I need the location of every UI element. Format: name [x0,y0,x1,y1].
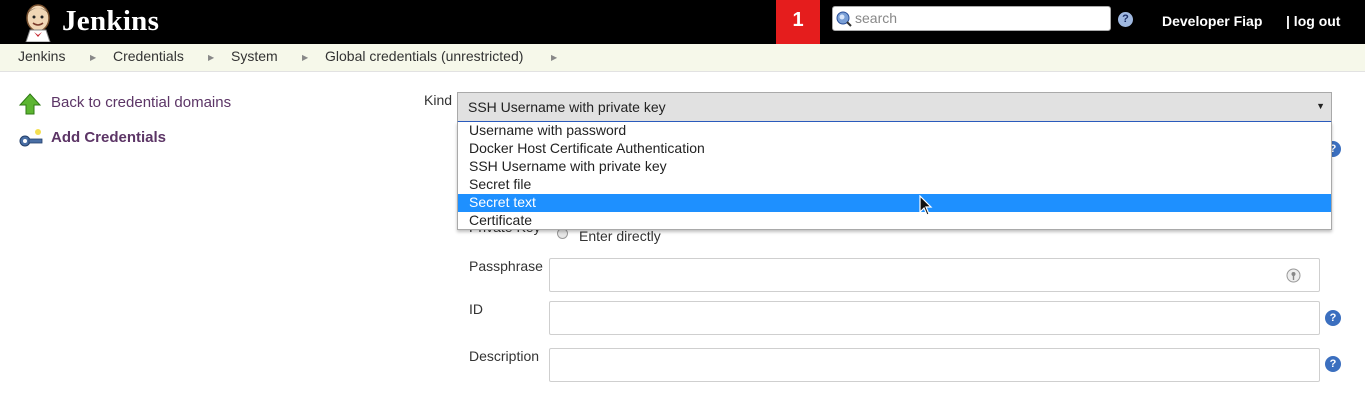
breadcrumb: Jenkins ▶ Credentials ▶ System ▶ Global … [0,44,1365,72]
help-icon[interactable]: ? [1325,310,1341,326]
help-icon[interactable]: ? [1325,356,1341,372]
chevron-right-icon[interactable]: ▶ [90,53,96,62]
help-icon[interactable]: ? [1118,12,1133,27]
key-icon [19,129,43,147]
breadcrumb-credentials[interactable]: Credentials [113,48,184,64]
kind-option-secret-text[interactable]: Secret text [458,194,1331,212]
kind-selected-value: SSH Username with private key [468,99,666,115]
chevron-right-icon[interactable]: ▶ [208,53,214,62]
kind-option-username-password[interactable]: Username with password [458,122,1331,140]
passphrase-label: Passphrase [469,258,543,274]
breadcrumb-jenkins[interactable]: Jenkins [18,48,65,64]
id-label: ID [469,301,483,317]
kind-dropdown-list: Username with password Docker Host Certi… [457,122,1332,230]
user-name-link[interactable]: Developer Fiap [1162,13,1262,29]
brand-title[interactable]: Jenkins [62,2,159,40]
id-field[interactable] [549,301,1320,335]
breadcrumb-system[interactable]: System [231,48,278,64]
password-manager-icon[interactable] [1286,268,1301,283]
kind-option-ssh-private-key[interactable]: SSH Username with private key [458,158,1331,176]
description-field[interactable] [549,348,1320,382]
chevron-right-icon[interactable]: ▶ [551,53,557,62]
header: Jenkins 1 ? Developer Fiap | log out [0,0,1365,44]
sidebar-item-label[interactable]: Add Credentials [51,129,166,146]
search-icon [836,11,852,27]
notification-badge[interactable]: 1 [776,0,820,44]
logout-link[interactable]: | log out [1286,13,1340,29]
enter-directly-label[interactable]: Enter directly [579,228,661,244]
kind-option-secret-file[interactable]: Secret file [458,176,1331,194]
breadcrumb-global-credentials[interactable]: Global credentials (unrestricted) [325,48,523,64]
kind-option-docker-host-cert[interactable]: Docker Host Certificate Authentication [458,140,1331,158]
passphrase-field[interactable] [549,258,1320,292]
kind-label: Kind [424,92,453,108]
up-arrow-icon [18,93,42,115]
kind-option-certificate[interactable]: Certificate [458,212,1331,230]
jenkins-butler-icon[interactable] [18,2,58,42]
dropdown-arrow-icon[interactable]: ▼ [1316,101,1325,111]
chevron-right-icon[interactable]: ▶ [302,53,308,62]
mouse-cursor-icon [919,195,933,216]
search-box [832,6,1111,31]
search-input[interactable] [855,8,1105,28]
kind-select[interactable]: SSH Username with private key ▼ [457,92,1332,123]
sidebar-item-label[interactable]: Back to credential domains [51,94,231,111]
description-label: Description [469,348,540,364]
